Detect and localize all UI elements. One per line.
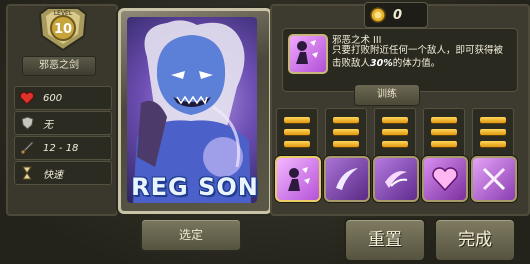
- stat-damage-value: 12 - 18: [43, 142, 79, 154]
- done-button[interactable]: 完成: [434, 218, 516, 262]
- train-button[interactable]: 训练: [354, 84, 420, 106]
- speed-icon: [17, 163, 37, 183]
- skill-level-bars-3: [374, 108, 416, 160]
- level-bar: [382, 141, 408, 147]
- dark-heart-icon: [432, 167, 458, 192]
- level-badge: LEVEL 10: [38, 7, 88, 52]
- stat-armor: 无: [14, 111, 112, 135]
- cross-slash-icon: [482, 167, 506, 191]
- level-bar: [480, 129, 506, 135]
- skill-slot-blade[interactable]: [324, 156, 370, 202]
- skill-level-bars-2: [325, 108, 367, 160]
- level-label: LEVEL: [54, 10, 73, 17]
- skill-level-bars-1: [276, 108, 318, 160]
- dark-arts-icon: [288, 167, 310, 191]
- stat-speed-value: 快速: [43, 169, 63, 181]
- stat-armor-value: 无: [43, 119, 53, 131]
- level-bar: [382, 117, 408, 123]
- stat-speed: 快速: [14, 161, 112, 185]
- skill-slot-heart[interactable]: [422, 156, 468, 202]
- hero-name: REG SON: [131, 173, 259, 201]
- skill-level-bars-5: [472, 108, 514, 160]
- level-bar: [431, 117, 457, 123]
- upgrade-points: 0: [364, 2, 428, 28]
- level-bar: [333, 117, 359, 123]
- skill-description: 只要打败附近任何一个敌人，即可获得被击败敌人30%的体力值。: [332, 44, 510, 70]
- level-bar: [480, 141, 506, 147]
- level-bar: [431, 129, 457, 135]
- skill-slot-dark-arts[interactable]: [275, 156, 321, 202]
- level-bar: [333, 129, 359, 135]
- upgrade-points-value: 0: [393, 7, 403, 23]
- heart-icon: [17, 88, 37, 108]
- level-bar: [284, 141, 310, 147]
- crescent-blade-icon: [336, 168, 358, 190]
- armor-icon: [17, 113, 37, 133]
- level-bar: [333, 141, 359, 147]
- reset-button[interactable]: 重置: [344, 218, 426, 262]
- skill-slot-cross[interactable]: [471, 156, 517, 202]
- level-value: 10: [54, 22, 72, 37]
- skill-desc-percent: 30%: [370, 58, 393, 69]
- stat-health: 600: [14, 86, 112, 110]
- level-bar: [284, 129, 310, 135]
- slash-icon: [385, 171, 408, 188]
- stat-damage: 12 - 18: [14, 136, 112, 160]
- hero-portrait-card[interactable]: REG SON: [118, 8, 272, 214]
- level-bar: [284, 117, 310, 123]
- level-bar: [382, 129, 408, 135]
- level-bar: [480, 117, 506, 123]
- dark-arts-icon: [296, 40, 318, 64]
- skill-slot-slash[interactable]: [373, 156, 419, 202]
- stat-health-value: 600: [43, 92, 63, 104]
- select-button[interactable]: 选定: [140, 218, 242, 252]
- skill-level-bars-4: [423, 108, 465, 160]
- level-bar: [431, 141, 457, 147]
- hero-title: 邪恶之剑: [22, 56, 96, 76]
- sword-icon: [17, 138, 37, 158]
- skill-desc-suffix: 的体力值。: [392, 58, 441, 69]
- coin-icon: [370, 7, 386, 23]
- skill-icon-large: [288, 34, 328, 74]
